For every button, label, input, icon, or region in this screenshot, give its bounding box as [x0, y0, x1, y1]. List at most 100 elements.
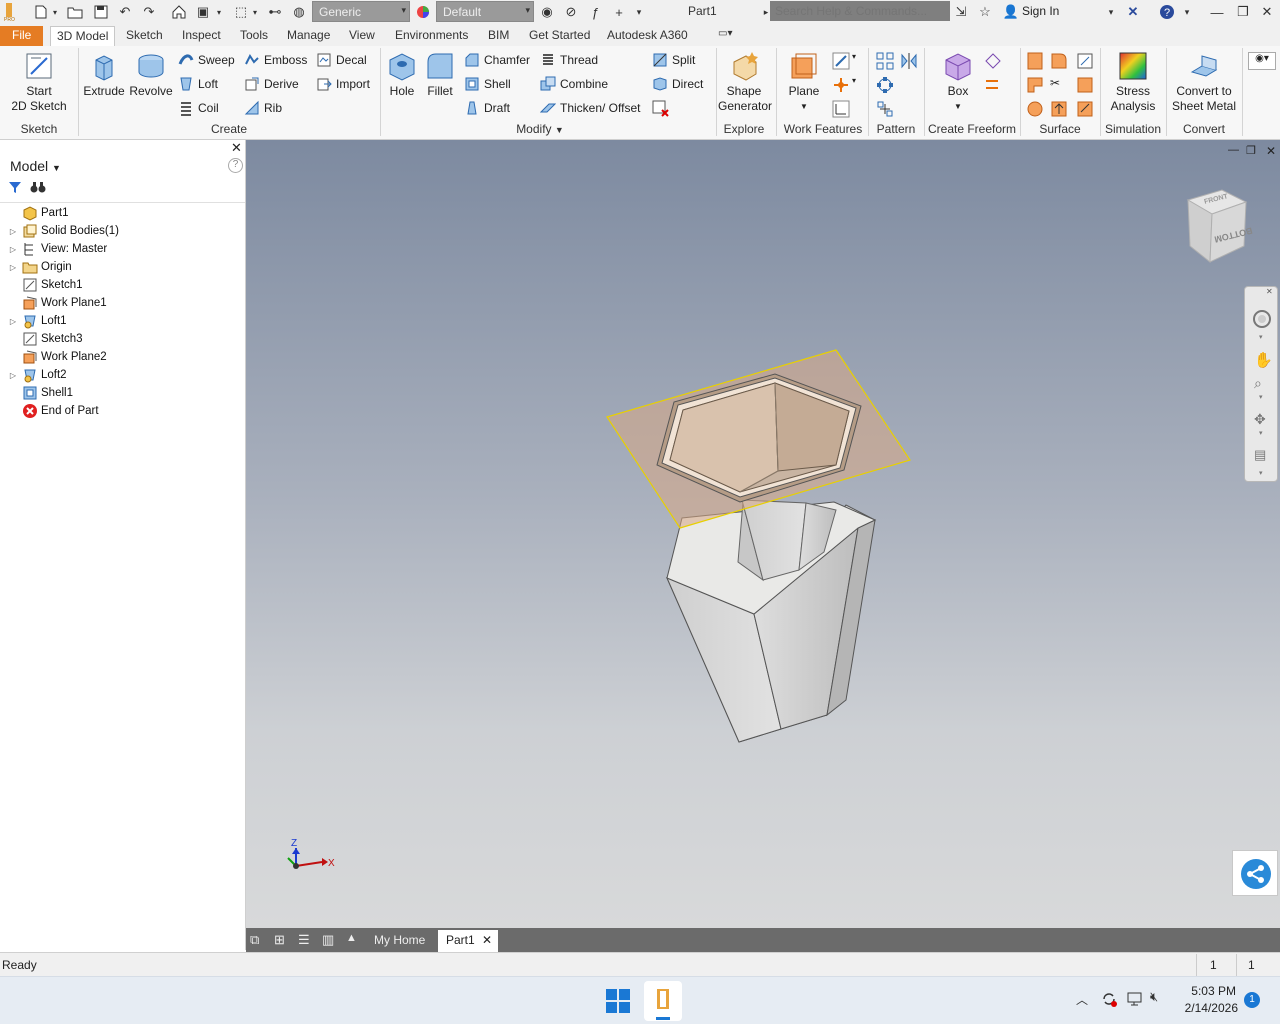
sweep-button[interactable]: Sweep: [178, 50, 235, 70]
tree-item-loft2[interactable]: ▷ Loft2: [0, 366, 67, 384]
tree-item-end-of-part[interactable]: End of Part: [0, 402, 99, 420]
measure-icon[interactable]: ⊷: [266, 3, 284, 21]
draft-button[interactable]: Draft: [464, 98, 510, 118]
zoom-icon[interactable]: ⌕: [1254, 375, 1262, 392]
emboss-button[interactable]: Emboss: [244, 50, 307, 70]
ruled-surface-icon[interactable]: [1076, 100, 1094, 118]
panel-title-dropdown[interactable]: Model ▼: [10, 158, 61, 174]
sketch-pattern-icon[interactable]: [876, 100, 894, 118]
import-button[interactable]: Import: [316, 74, 370, 94]
pan-hand-icon[interactable]: ✋: [1254, 351, 1273, 369]
tile-vertical-icon[interactable]: ▥: [322, 932, 338, 948]
orbit-icon[interactable]: ✥: [1254, 411, 1266, 428]
tab-get-started[interactable]: Get Started: [523, 26, 596, 46]
expand-arrow-icon[interactable]: ▷: [8, 263, 18, 272]
chevron-down-icon[interactable]: ▾: [50, 3, 60, 21]
trim-icon[interactable]: [1026, 76, 1044, 94]
fit-mesh-icon[interactable]: [1050, 100, 1068, 118]
favorite-star-icon[interactable]: ☆: [976, 3, 994, 21]
tab-bim[interactable]: BIM: [482, 26, 515, 46]
replace-face-icon[interactable]: [1076, 76, 1094, 94]
hole-button[interactable]: Hole: [384, 50, 420, 99]
tab-tools[interactable]: Tools: [234, 26, 274, 46]
find-binoculars-icon[interactable]: [30, 180, 46, 197]
thicken-offset-button[interactable]: Thicken/ Offset: [539, 98, 640, 118]
revolve-button[interactable]: Revolve: [128, 50, 174, 99]
chevron-down-icon[interactable]: ▾: [1259, 393, 1263, 401]
function-icon[interactable]: ƒ: [586, 3, 604, 21]
speaker-muted-icon[interactable]: 🔇︎: [1150, 989, 1158, 1005]
search-input[interactable]: [770, 1, 950, 21]
fillet-button[interactable]: Fillet: [422, 50, 458, 99]
tile-windows-icon[interactable]: ⊞: [274, 932, 290, 948]
project-icon[interactable]: ▣: [194, 3, 212, 21]
globe-icon[interactable]: ◍: [290, 3, 308, 21]
rib-button[interactable]: Rib: [244, 98, 282, 118]
tab-view[interactable]: View: [343, 26, 381, 46]
chamfer-button[interactable]: Chamfer: [464, 50, 530, 70]
expand-arrow-icon[interactable]: ▷: [8, 227, 18, 236]
tree-item-sketch1[interactable]: Sketch1: [0, 276, 83, 294]
extend-icon[interactable]: ✂: [1050, 76, 1068, 94]
extrude-button[interactable]: Extrude: [82, 50, 126, 99]
expand-arrow-icon[interactable]: ▷: [8, 245, 18, 254]
redo-icon[interactable]: ↷: [140, 3, 158, 21]
clock-time[interactable]: 5:03 PM: [1180, 984, 1236, 998]
select-icon[interactable]: ⬚: [232, 3, 250, 21]
clear-appearance-icon[interactable]: ⊘: [562, 3, 580, 21]
new-file-icon[interactable]: [32, 3, 50, 21]
tree-item-work-plane1[interactable]: Work Plane1: [0, 294, 107, 312]
tab-file[interactable]: File: [0, 26, 44, 46]
close-icon[interactable]: ✕: [231, 140, 242, 156]
freeform-box-button[interactable]: Box ▼: [936, 50, 980, 114]
help-icon[interactable]: ?: [1158, 3, 1176, 21]
save-icon[interactable]: [92, 3, 110, 21]
tree-item-origin[interactable]: ▷ Origin: [0, 258, 72, 276]
steering-wheel-icon[interactable]: [1252, 309, 1272, 332]
exchange-apps-icon[interactable]: ✕: [1124, 3, 1142, 21]
close-icon[interactable]: ✕: [1258, 3, 1276, 21]
point-icon[interactable]: [832, 76, 850, 94]
undo-icon[interactable]: ↶: [116, 3, 134, 21]
tree-item-part1[interactable]: Part1: [0, 204, 69, 222]
notification-badge[interactable]: 1: [1244, 992, 1260, 1008]
clock-date[interactable]: 2/14/2026: [1176, 1001, 1238, 1015]
convert-freeform-icon[interactable]: [984, 76, 1002, 94]
sync-icon[interactable]: [1100, 990, 1118, 1011]
chevron-down-icon[interactable]: ▾: [250, 3, 260, 21]
tab-inspect[interactable]: Inspect: [176, 26, 227, 46]
appearance-combo[interactable]: Default ▾: [436, 1, 534, 22]
chevron-down-icon[interactable]: ▾: [1178, 3, 1196, 21]
inventor-taskbar-button[interactable]: [644, 981, 682, 1021]
plus-icon[interactable]: +: [610, 3, 628, 21]
filter-icon[interactable]: [8, 180, 22, 197]
patch-icon[interactable]: [1050, 52, 1068, 70]
tree-item-work-plane2[interactable]: Work Plane2: [0, 348, 107, 366]
customize-icon[interactable]: ▾: [1259, 469, 1263, 477]
close-icon[interactable]: ✕: [482, 933, 492, 947]
graphics-viewport[interactable]: — ❐ ✕ FRONT BOTTOM ✕ ▾ ✋ ⌕ ▾ ✥ ▾ ▤ ▾ Z X: [246, 140, 1280, 928]
combine-button[interactable]: Combine: [540, 74, 608, 94]
tab-environments[interactable]: Environments: [389, 26, 474, 46]
start-2d-sketch-button[interactable]: Start 2D Sketch: [8, 50, 70, 114]
ribbon-more-button[interactable]: ◉▾: [1248, 52, 1276, 70]
tree-item-loft1[interactable]: ▷ Loft1: [0, 312, 67, 330]
shell-button[interactable]: Shell: [464, 74, 511, 94]
sculpt-icon[interactable]: [1076, 52, 1094, 70]
decal-button[interactable]: Decal: [316, 50, 367, 70]
color-wheel-icon[interactable]: [414, 3, 432, 21]
tab-3d-model[interactable]: 3D Model: [50, 26, 116, 46]
ribbon-options-icon[interactable]: ▭▾: [712, 26, 738, 46]
open-folder-icon[interactable]: [66, 3, 84, 21]
close-icon[interactable]: ✕: [1266, 287, 1273, 296]
tab-autodesk-a360[interactable]: Autodesk A360: [601, 26, 694, 46]
tab-my-home[interactable]: My Home: [366, 930, 434, 952]
plane-button[interactable]: Plane ▼: [784, 50, 824, 114]
look-at-icon[interactable]: ▤: [1254, 447, 1266, 463]
tree-item-shell1[interactable]: Shell1: [0, 384, 73, 402]
restore-icon[interactable]: ❐: [1234, 3, 1252, 21]
repair-icon[interactable]: [1026, 100, 1044, 118]
loft-button[interactable]: Loft: [178, 74, 218, 94]
shape-generator-button[interactable]: Shape Generator: [718, 50, 772, 114]
rectangular-pattern-icon[interactable]: [876, 52, 894, 70]
